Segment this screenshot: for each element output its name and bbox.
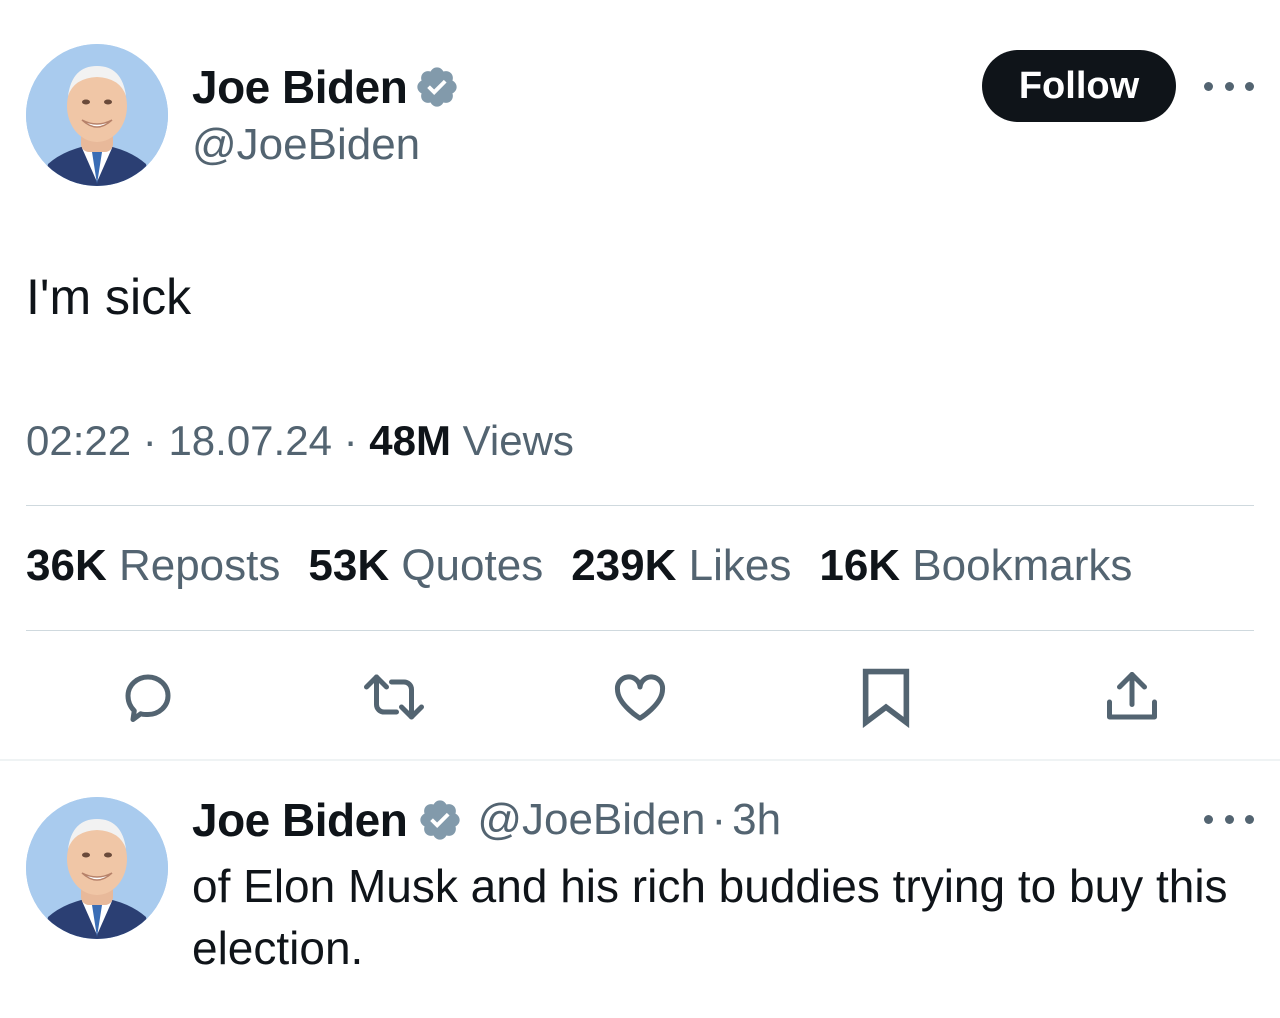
- more-options-icon[interactable]: [1204, 76, 1254, 96]
- reply-author-avatar[interactable]: [26, 797, 168, 939]
- bookmark-icon[interactable]: [851, 662, 921, 732]
- tweet-text: I'm sick: [26, 269, 192, 325]
- reply-more-options-icon[interactable]: [1204, 809, 1254, 829]
- divider: [26, 630, 1254, 631]
- verified-badge-icon: [417, 67, 457, 107]
- reply-text: of Elon Musk and his rich buddies trying…: [192, 860, 1228, 974]
- repost-icon[interactable]: [359, 662, 429, 732]
- author-avatar[interactable]: [26, 44, 168, 186]
- section-divider: [0, 759, 1280, 761]
- reply-header: Joe Biden @JoeBiden · 3h: [192, 793, 781, 847]
- tweet-meta: 02:22 · 18.07.24 · 48M Views: [26, 417, 574, 464]
- stat-bookmarks[interactable]: 16K Bookmarks: [819, 541, 1132, 591]
- author-name[interactable]: Joe Biden: [192, 60, 408, 114]
- tweet-date[interactable]: 18.07.24: [168, 417, 332, 464]
- reply-author-name[interactable]: Joe Biden: [192, 793, 408, 847]
- reply-icon[interactable]: [113, 662, 183, 732]
- divider: [26, 505, 1254, 506]
- tweet-stats: 36K Reposts 53K Quotes 239K Likes 16K Bo…: [26, 541, 1132, 591]
- stat-likes[interactable]: 239K Likes: [571, 541, 791, 591]
- share-icon[interactable]: [1097, 662, 1167, 732]
- stat-reposts[interactable]: 36K Reposts: [26, 541, 280, 591]
- views-count: 48M: [369, 417, 451, 464]
- stat-quotes[interactable]: 53K Quotes: [308, 541, 543, 591]
- reply-separator: ·: [711, 795, 727, 844]
- follow-button[interactable]: Follow: [982, 50, 1176, 122]
- author-handle[interactable]: @JoeBiden: [192, 120, 420, 170]
- like-icon[interactable]: [605, 662, 675, 732]
- views-label: Views: [462, 417, 574, 464]
- tweet-time[interactable]: 02:22: [26, 417, 131, 464]
- reply-author-handle[interactable]: @JoeBiden: [477, 795, 705, 845]
- verified-badge-icon: [420, 800, 460, 840]
- reply-age[interactable]: 3h: [732, 795, 781, 845]
